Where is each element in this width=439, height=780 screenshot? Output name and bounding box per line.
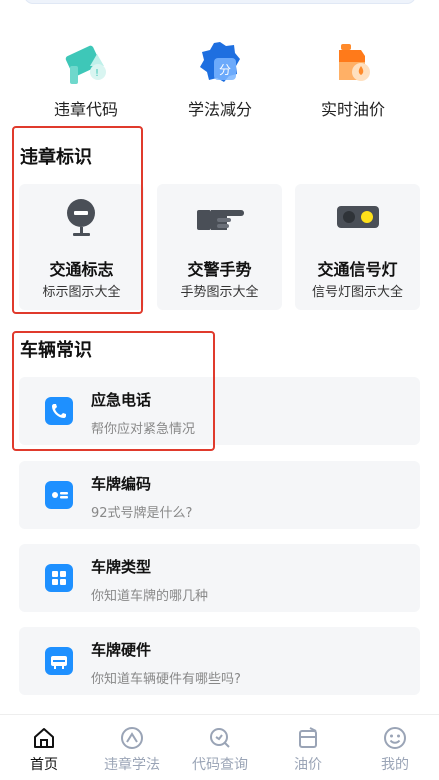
item-subtitle: 92式号牌是什么? (91, 506, 193, 521)
sign-card-traffic-sign[interactable]: 交通标志 标示图示大全 (19, 184, 144, 310)
card-subtitle: 标示图示大全 (42, 285, 121, 300)
item-subtitle: 你知道车牌的哪几种 (91, 589, 209, 604)
list-item-emergency-phone[interactable]: 应急电话 帮你应对紧急情况 (19, 377, 420, 445)
item-title: 车牌硬件 (91, 641, 152, 659)
top-banner-edge (24, 0, 416, 4)
sign-card-police-gesture[interactable]: 交警手势 手势图示大全 (157, 184, 282, 310)
nav-code-search[interactable]: 代码查询 (176, 715, 264, 780)
item-title: 应急电话 (91, 391, 152, 409)
study-icon (119, 725, 145, 751)
traffic-light-icon (295, 198, 420, 238)
tool-violation-code[interactable]: ! 违章代码 (26, 36, 146, 120)
profile-icon (382, 725, 408, 751)
home-icon (31, 725, 57, 751)
item-title: 车牌编码 (91, 475, 152, 493)
section-title-vehicle: 车辆常识 (20, 340, 92, 361)
nav-label: 油价 (294, 757, 322, 773)
item-subtitle: 你知道车辆硬件有哪些吗? (91, 672, 241, 687)
item-title: 车牌类型 (91, 558, 152, 576)
nav-label: 首页 (30, 757, 58, 773)
study-deduct-icon: 分 (194, 36, 246, 88)
phone-icon (45, 397, 73, 425)
nav-study[interactable]: 违章学法 (88, 715, 176, 780)
nav-label: 违章学法 (104, 757, 160, 773)
tool-label: 学法减分 (187, 100, 252, 119)
card-title: 交通标志 (49, 260, 114, 279)
tool-label: 实时油价 (320, 100, 385, 119)
nav-profile[interactable]: 我的 (351, 715, 439, 780)
traffic-sign-icon (19, 198, 144, 238)
nav-label: 我的 (381, 757, 409, 773)
plate-type-icon (45, 564, 73, 592)
oil-icon (295, 725, 321, 751)
list-item-plate-hardware[interactable]: 车牌硬件 你知道车辆硬件有哪些吗? (19, 627, 420, 695)
tool-study-deduct[interactable]: 分 学法减分 (160, 36, 280, 120)
plate-code-icon (45, 481, 73, 509)
police-gesture-icon (157, 198, 282, 238)
list-item-plate-type[interactable]: 车牌类型 你知道车牌的哪几种 (19, 544, 420, 612)
code-search-icon (207, 725, 233, 751)
svg-text:分: 分 (219, 63, 231, 77)
sign-card-traffic-light[interactable]: 交通信号灯 信号灯图示大全 (295, 184, 420, 310)
nav-oil[interactable]: 油价 (264, 715, 352, 780)
nav-label: 代码查询 (192, 757, 248, 773)
card-title: 交警手势 (187, 260, 252, 279)
card-title: 交通信号灯 (317, 260, 398, 279)
plate-hardware-icon (45, 647, 73, 675)
item-subtitle: 帮你应对紧急情况 (91, 422, 196, 437)
card-subtitle: 手势图示大全 (180, 285, 259, 300)
bottom-nav: 首页 违章学法 代码查询 油价 我的 (0, 714, 439, 780)
svg-text:!: ! (95, 68, 99, 79)
tool-label: 违章代码 (53, 100, 118, 119)
section-title-signs: 违章标识 (20, 147, 92, 168)
quick-tools: ! 违章代码 分 学法减分 实时油价 (0, 36, 439, 122)
nav-home[interactable]: 首页 (0, 715, 88, 780)
oil-price-icon (327, 36, 379, 88)
card-subtitle: 信号灯图示大全 (311, 285, 403, 300)
tool-oil-price[interactable]: 实时油价 (293, 36, 413, 120)
list-item-plate-code[interactable]: 车牌编码 92式号牌是什么? (19, 461, 420, 529)
violation-code-icon: ! (60, 36, 112, 88)
